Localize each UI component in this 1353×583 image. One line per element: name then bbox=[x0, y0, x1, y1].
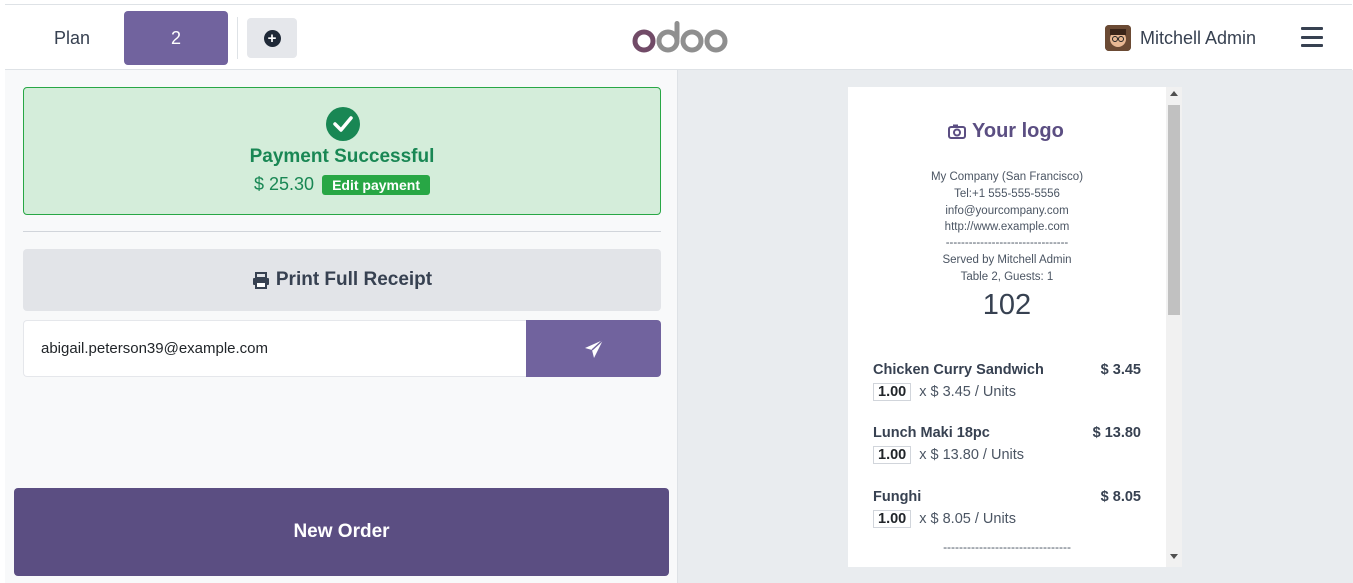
odoo-logo bbox=[632, 21, 728, 53]
receipt-logo-text: Your logo bbox=[972, 119, 1064, 142]
item-price: $ 8.05 bbox=[1100, 489, 1141, 505]
receipt-logo: Your logo bbox=[948, 113, 1064, 149]
plus-circle-icon: + bbox=[263, 29, 281, 47]
company-email: info@yourcompany.com bbox=[945, 205, 1069, 217]
item-price: $ 13.80 bbox=[1092, 425, 1141, 441]
receipt-panel: Your logo My Company (San Francisco) Tel… bbox=[677, 70, 1353, 583]
table-guests: Table 2, Guests: 1 bbox=[960, 271, 1054, 283]
order-number: 102 bbox=[982, 289, 1032, 321]
receipt-line-item: Chicken Curry Sandwich $ 3.45 1.00 x $ 3… bbox=[873, 362, 1141, 401]
edit-payment-button[interactable]: Edit payment bbox=[322, 174, 430, 195]
add-order-button[interactable]: + bbox=[247, 18, 297, 58]
payment-status-box: Payment Successful $ 25.30 Edit payment bbox=[23, 87, 661, 215]
printer-icon bbox=[252, 271, 269, 289]
scroll-up-icon[interactable] bbox=[1170, 91, 1178, 96]
item-unit-price: x $ 8.05 / Units bbox=[919, 511, 1016, 527]
scrollbar-thumb[interactable] bbox=[1168, 105, 1180, 315]
item-price: $ 3.45 bbox=[1100, 362, 1141, 378]
receipt-line-item: Lunch Maki 18pc $ 13.80 1.00 x $ 13.80 /… bbox=[873, 425, 1141, 464]
divider bbox=[23, 231, 661, 232]
item-quantity: 1.00 bbox=[873, 383, 912, 401]
receipt-separator: -------------------------------- bbox=[943, 540, 1071, 554]
divider bbox=[237, 17, 238, 59]
receipt: Your logo My Company (San Francisco) Tel… bbox=[848, 87, 1182, 567]
paper-plane-icon bbox=[584, 338, 604, 358]
check-circle-icon bbox=[326, 107, 360, 141]
item-unit-price: x $ 3.45 / Units bbox=[919, 384, 1016, 400]
item-quantity: 1.00 bbox=[873, 446, 912, 464]
print-receipt-button[interactable]: Print Full Receipt bbox=[23, 249, 661, 311]
payment-amount: $ 25.30 bbox=[254, 174, 315, 194]
new-order-button[interactable]: New Order bbox=[14, 488, 669, 576]
camera-icon bbox=[948, 124, 966, 139]
user-menu[interactable]: Mitchell Admin bbox=[1105, 23, 1256, 53]
receipt-line-item: Funghi $ 8.05 1.00 x $ 8.05 / Units bbox=[873, 489, 1141, 528]
company-website: http://www.example.com bbox=[944, 221, 1070, 233]
email-field[interactable] bbox=[23, 320, 527, 377]
item-quantity: 1.00 bbox=[873, 510, 912, 528]
company-phone: Tel:+1 555-555-5556 bbox=[954, 188, 1060, 200]
payment-amount-line: $ 25.30 Edit payment bbox=[24, 174, 660, 195]
table-button[interactable]: 2 bbox=[124, 11, 228, 65]
plan-button[interactable]: Plan bbox=[32, 19, 112, 57]
user-name: Mitchell Admin bbox=[1140, 27, 1257, 48]
top-navbar: Plan 2 + Mitchell Admin bbox=[5, 4, 1352, 70]
send-email-button[interactable] bbox=[526, 320, 661, 377]
receipt-separator: -------------------------------- bbox=[945, 237, 1069, 249]
item-unit-price: x $ 13.80 / Units bbox=[919, 447, 1025, 463]
payment-title: Payment Successful bbox=[249, 146, 435, 167]
payment-panel: Payment Successful $ 25.30 Edit payment … bbox=[5, 70, 677, 583]
print-receipt-label: Print Full Receipt bbox=[275, 269, 433, 290]
avatar bbox=[1105, 25, 1131, 51]
hamburger-icon[interactable] bbox=[1301, 27, 1323, 47]
company-name: My Company (San Francisco) bbox=[930, 171, 1084, 183]
scroll-down-icon[interactable] bbox=[1170, 554, 1178, 559]
served-by: Served by Mitchell Admin bbox=[942, 254, 1072, 266]
